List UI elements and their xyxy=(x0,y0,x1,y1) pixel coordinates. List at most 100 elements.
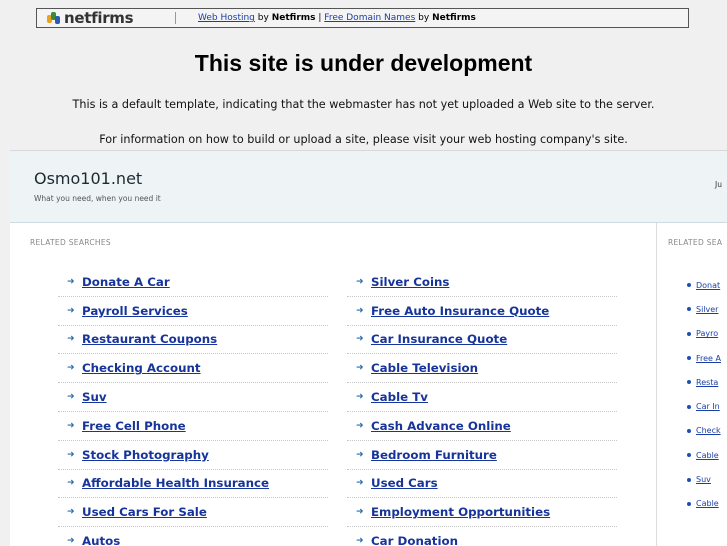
sidebar-related-label: RELATED SEA xyxy=(668,238,723,247)
related-search-item: ➜ Car Donation xyxy=(347,527,617,546)
bullet-icon xyxy=(687,307,691,312)
arrow-icon: ➜ xyxy=(356,334,364,345)
bullet-icon xyxy=(687,501,691,506)
sidebar-link-item: Suv xyxy=(687,467,721,491)
site-header: Osmo101.net What you need, when you need… xyxy=(10,151,727,223)
arrow-icon: ➜ xyxy=(67,305,75,316)
arrow-icon: ➜ xyxy=(356,363,364,374)
sidebar-related-panel: RELATED SEA Donat Silver Payro Free A Resta C… xyxy=(657,223,727,546)
related-search-link[interactable]: Cable Tv xyxy=(371,390,428,404)
related-search-item: ➜ Affordable Health Insurance xyxy=(58,470,328,499)
bullet-icon xyxy=(687,428,691,433)
related-search-item: ➜ Used Cars For Sale xyxy=(58,498,328,528)
sidebar-link-item: Payro xyxy=(687,322,721,346)
bullet-icon xyxy=(687,283,691,288)
arrow-icon: ➜ xyxy=(356,449,364,460)
parked-site-frame: Osmo101.net What you need, when you need… xyxy=(10,150,727,546)
related-search-link[interactable]: Affordable Health Insurance xyxy=(82,476,269,490)
page-title: This site is under development xyxy=(194,50,533,76)
sidebar-link[interactable]: Silver xyxy=(696,305,718,314)
arrow-icon: ➜ xyxy=(67,392,75,403)
related-search-link[interactable]: Cash Advance Online xyxy=(371,419,511,433)
arrow-icon: ➜ xyxy=(356,392,364,403)
related-search-item: ➜ Cash Advance Online xyxy=(347,412,617,441)
sidebar-link-item: Cable xyxy=(687,492,721,516)
web-hosting-link[interactable]: Web Hosting xyxy=(198,13,255,23)
sidebar-link-item: Cable xyxy=(687,443,721,467)
arrow-icon: ➜ xyxy=(67,478,75,489)
default-template-message: This is a default template, indicating t… xyxy=(72,98,655,111)
hosting-info-message: For information on how to build or uploa… xyxy=(99,133,628,146)
related-search-link[interactable]: Restaurant Coupons xyxy=(82,332,217,346)
related-search-item: ➜ Free Auto Insurance Quote xyxy=(347,297,617,326)
related-searches-left-column: ➜ Donate A Car ➜ Payroll Services ➜ Restauran… xyxy=(58,268,328,546)
header-right-text: Ju xyxy=(715,180,722,189)
arrow-icon: ➜ xyxy=(67,507,75,518)
banner-brand-text: Netfirms xyxy=(432,13,476,23)
sidebar-link-item: Check xyxy=(687,419,721,443)
arrow-icon: ➜ xyxy=(67,334,75,345)
related-search-item: ➜ Restaurant Coupons xyxy=(58,326,328,355)
related-search-link[interactable]: Employment Opportunities xyxy=(371,505,550,519)
arrow-icon: ➜ xyxy=(356,420,364,431)
related-search-item: ➜ Cable Television xyxy=(347,354,617,384)
banner-divider xyxy=(175,12,176,24)
sidebar-link[interactable]: Free A xyxy=(696,354,721,363)
sidebar-link-item: Donat xyxy=(687,273,721,297)
related-search-link[interactable]: Silver Coins xyxy=(371,275,449,289)
sidebar-link[interactable]: Payro xyxy=(696,329,718,338)
related-search-link[interactable]: Cable Television xyxy=(371,361,478,375)
arrow-icon: ➜ xyxy=(356,276,364,287)
related-search-link[interactable]: Free Auto Insurance Quote xyxy=(371,304,549,318)
arrow-icon: ➜ xyxy=(67,420,75,431)
arrow-icon: ➜ xyxy=(67,363,75,374)
related-search-item: ➜ Payroll Services xyxy=(58,297,328,326)
related-search-link[interactable]: Autos xyxy=(82,534,120,546)
free-domain-names-link[interactable]: Free Domain Names xyxy=(324,13,415,23)
related-search-link[interactable]: Car Insurance Quote xyxy=(371,332,507,346)
bullet-icon xyxy=(687,380,691,385)
arrow-icon: ➜ xyxy=(356,478,364,489)
arrow-icon: ➜ xyxy=(356,305,364,316)
related-search-link[interactable]: Used Cars xyxy=(371,476,438,490)
related-search-link[interactable]: Stock Photography xyxy=(82,448,209,462)
sidebar-link[interactable]: Suv xyxy=(696,475,711,484)
netfirms-banner: netfirms Web Hosting by Netfirms | Free … xyxy=(36,8,689,28)
related-search-link[interactable]: Payroll Services xyxy=(82,304,188,318)
related-search-item: ➜ Donate A Car xyxy=(58,268,328,297)
related-search-link[interactable]: Car Donation xyxy=(371,534,458,546)
sidebar-link[interactable]: Resta xyxy=(696,378,718,387)
banner-by-text: by xyxy=(418,13,430,23)
netfirms-logo[interactable]: netfirms xyxy=(37,9,175,27)
sidebar-link[interactable]: Donat xyxy=(696,281,720,290)
banner-by-text: by xyxy=(257,13,269,23)
related-search-link[interactable]: Checking Account xyxy=(82,361,201,375)
banner-links: Web Hosting by Netfirms | Free Domain Na… xyxy=(198,13,476,23)
arrow-icon: ➜ xyxy=(67,276,75,287)
related-search-item: ➜ Autos xyxy=(58,527,328,546)
sidebar-link[interactable]: Cable xyxy=(696,451,719,460)
site-tagline: What you need, when you need it xyxy=(34,194,161,203)
related-search-item: ➜ Checking Account xyxy=(58,354,328,384)
related-search-item: ➜ Car Insurance Quote xyxy=(347,326,617,355)
related-search-item: ➜ Used Cars xyxy=(347,470,617,499)
related-search-link[interactable]: Suv xyxy=(82,390,107,404)
arrow-icon: ➜ xyxy=(356,507,364,518)
related-search-item: ➜ Cable Tv xyxy=(347,383,617,412)
related-search-link[interactable]: Donate A Car xyxy=(82,275,170,289)
sidebar-link-list: Donat Silver Payro Free A Resta Car In Check Ca… xyxy=(687,273,721,516)
related-searches-right-column: ➜ Silver Coins ➜ Free Auto Insurance Quote ➜… xyxy=(347,268,617,546)
related-search-link[interactable]: Used Cars For Sale xyxy=(82,505,207,519)
related-searches-label: RELATED SEARCHES xyxy=(30,238,111,247)
netfirms-logo-icon xyxy=(47,11,61,25)
sidebar-link-item: Car In xyxy=(687,394,721,418)
related-search-item: ➜ Free Cell Phone xyxy=(58,412,328,441)
sidebar-link[interactable]: Check xyxy=(696,426,721,435)
banner-separator: | xyxy=(318,13,322,23)
sidebar-link[interactable]: Cable xyxy=(696,499,719,508)
site-title[interactable]: Osmo101.net xyxy=(34,169,142,188)
sidebar-link[interactable]: Car In xyxy=(696,402,720,411)
sidebar-link-item: Resta xyxy=(687,370,721,394)
related-search-link[interactable]: Free Cell Phone xyxy=(82,419,186,433)
related-search-link[interactable]: Bedroom Furniture xyxy=(371,448,497,462)
